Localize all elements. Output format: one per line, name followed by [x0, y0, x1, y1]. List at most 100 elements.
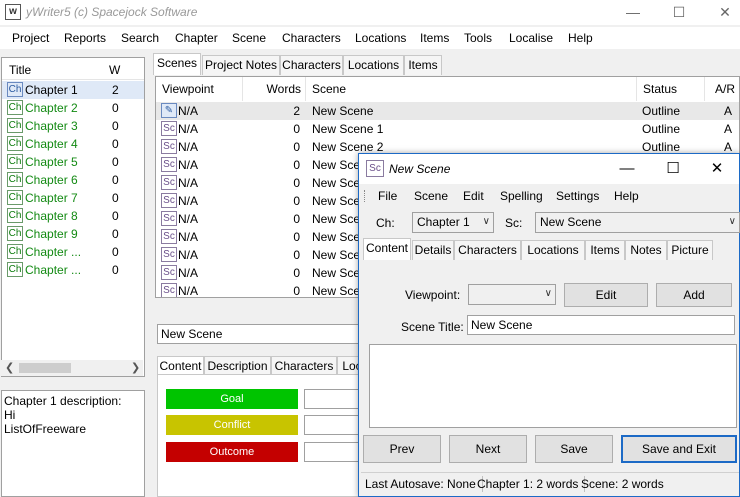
scene-text-area[interactable] — [369, 344, 737, 428]
row-words: 0 — [293, 212, 300, 226]
dialog-tab-characters[interactable]: Characters — [454, 240, 521, 260]
scene-icon: Sc — [161, 157, 177, 172]
scroll-thumb[interactable] — [19, 363, 71, 373]
dialog-close-icon[interactable]: ✕ — [695, 156, 739, 182]
chapter-combo[interactable]: Chapter 1 ∨ — [412, 212, 494, 233]
col-scene[interactable]: Scene — [306, 77, 637, 101]
dialog-maximize-icon[interactable]: ☐ — [651, 156, 695, 182]
col-viewpoint[interactable]: Viewpoint — [156, 77, 243, 101]
dialog-minimize-icon[interactable]: — — [605, 156, 649, 182]
autosave-status: Last Autosave: None — [365, 476, 483, 492]
row-scene: New Sce — [312, 158, 361, 172]
chapter-row[interactable]: Ch Chapter 6 0 — [2, 171, 144, 189]
chapter-icon: Ch — [7, 118, 23, 133]
viewpoint-add-button[interactable]: Add — [656, 283, 732, 307]
viewpoint-edit-button[interactable]: Edit — [564, 283, 648, 307]
dialog-menu-spelling[interactable]: Spelling — [500, 189, 543, 203]
save-button[interactable]: Save — [535, 435, 613, 463]
tab-content[interactable]: Content — [157, 356, 204, 376]
goal-button[interactable]: Goal — [166, 389, 298, 409]
chapter-icon: Ch — [7, 190, 23, 205]
chapter-row[interactable]: Ch Chapter 2 0 — [2, 99, 144, 117]
menu-search[interactable]: Search — [121, 31, 159, 45]
maximize-icon[interactable]: ☐ — [656, 0, 702, 25]
chapter-name: Chapter 6 — [25, 173, 78, 187]
dialog-menu-edit[interactable]: Edit — [463, 189, 484, 203]
next-button[interactable]: Next — [449, 435, 527, 463]
conflict-field[interactable] — [304, 415, 364, 435]
outcome-field[interactable] — [304, 442, 364, 462]
menu-localise[interactable]: Localise — [509, 31, 553, 45]
chapter-row[interactable]: Ch Chapter 5 0 — [2, 153, 144, 171]
tab-characters-bottom[interactable]: Characters — [271, 356, 337, 376]
dialog-tab-items[interactable]: Items — [585, 240, 625, 260]
menu-project[interactable]: Project — [12, 31, 49, 45]
goal-field[interactable] — [304, 389, 364, 409]
tab-characters[interactable]: Characters — [280, 55, 343, 75]
menu-chapter[interactable]: Chapter — [175, 31, 218, 45]
close-icon[interactable]: ✕ — [702, 0, 740, 25]
chapter-name: Chapter 2 — [25, 101, 78, 115]
col-ar[interactable]: A/R — [705, 77, 739, 101]
menu-scene[interactable]: Scene — [232, 31, 266, 45]
scene-row[interactable]: ✎ N/A 2 New Scene Outline A — [156, 102, 739, 120]
row-status: Outline — [642, 140, 681, 154]
outcome-button[interactable]: Outcome — [166, 442, 298, 462]
scroll-left-icon[interactable]: ❮ — [5, 361, 14, 374]
chapter-row[interactable]: Ch Chapter ... 0 — [2, 243, 144, 261]
chapter-row[interactable]: Ch Chapter 4 0 — [2, 135, 144, 153]
viewpoint-combo[interactable]: ∨ — [468, 284, 556, 305]
chapter-name: Chapter 4 — [25, 137, 78, 151]
chapter-icon: Ch — [7, 208, 23, 223]
menu-items[interactable]: Items — [420, 31, 449, 45]
menu-tools[interactable]: Tools — [464, 31, 492, 45]
col-words[interactable]: Words — [243, 77, 306, 101]
conflict-button[interactable]: Conflict — [166, 415, 298, 435]
chapter-row[interactable]: Ch Chapter 8 0 — [2, 207, 144, 225]
chapter-list[interactable]: Title W Ch Chapter 1 2 Ch Chapter 2 0 Ch… — [1, 57, 145, 377]
dialog-menu-scene[interactable]: Scene — [414, 189, 448, 203]
menu-locations[interactable]: Locations — [355, 31, 406, 45]
row-words: 0 — [293, 122, 300, 136]
scene-row[interactable]: Sc N/A 0 New Scene 1 Outline A — [156, 120, 739, 138]
tab-locations[interactable]: Locations — [343, 55, 404, 75]
chapter-hscrollbar[interactable]: ❮ ❯ — [1, 360, 143, 376]
chapter-row[interactable]: Ch Chapter 1 2 — [2, 81, 144, 99]
dialog-menu-settings[interactable]: Settings — [556, 189, 599, 203]
dialog-menu-file[interactable]: File — [378, 189, 397, 203]
row-scene: New Sce — [312, 176, 361, 190]
dialog-tab-locations[interactable]: Locations — [521, 240, 585, 260]
chapter-title-header[interactable]: Title — [9, 63, 31, 77]
menu-reports[interactable]: Reports — [64, 31, 106, 45]
menu-help[interactable]: Help — [568, 31, 593, 45]
prev-button[interactable]: Prev — [363, 435, 441, 463]
save-and-exit-button[interactable]: Save and Exit — [621, 435, 737, 463]
scene-title-input[interactable]: New Scene — [467, 315, 735, 335]
chapter-row[interactable]: Ch Chapter 7 0 — [2, 189, 144, 207]
tab-scenes[interactable]: Scenes — [153, 53, 201, 75]
row-words: 0 — [293, 266, 300, 280]
chapter-row[interactable]: Ch Chapter 9 0 — [2, 225, 144, 243]
scroll-right-icon[interactable]: ❯ — [131, 361, 140, 374]
chapter-name: Chapter 7 — [25, 191, 78, 205]
scene-combo[interactable]: New Scene ∨ — [535, 212, 740, 233]
tab-project-notes[interactable]: Project Notes — [202, 55, 280, 75]
tab-description[interactable]: Description — [204, 356, 271, 376]
dialog-tab-picture[interactable]: Picture — [667, 240, 713, 260]
main-titlebar: w yWriter5 (c) Spacejock Software — ☐ ✕ — [0, 0, 740, 25]
scene-icon: Sc — [161, 175, 177, 190]
scene-icon: Sc — [161, 265, 177, 280]
chapter-row[interactable]: Ch Chapter ... 0 — [2, 261, 144, 279]
dialog-tab-content[interactable]: Content — [363, 238, 411, 260]
col-status[interactable]: Status — [637, 77, 705, 101]
dialog-tab-notes[interactable]: Notes — [625, 240, 667, 260]
minimize-icon[interactable]: — — [610, 0, 656, 25]
tab-items[interactable]: Items — [404, 55, 442, 75]
chapter-description[interactable]: Chapter 1 description: Hi ListOfFreeware — [1, 390, 145, 497]
dialog-menu-help[interactable]: Help — [614, 189, 639, 203]
chapter-words-header[interactable]: W — [109, 63, 120, 77]
selected-scene-title[interactable]: New Scene — [157, 324, 367, 344]
chapter-row[interactable]: Ch Chapter 3 0 — [2, 117, 144, 135]
menu-characters[interactable]: Characters — [282, 31, 341, 45]
dialog-tab-details[interactable]: Details — [412, 240, 454, 260]
